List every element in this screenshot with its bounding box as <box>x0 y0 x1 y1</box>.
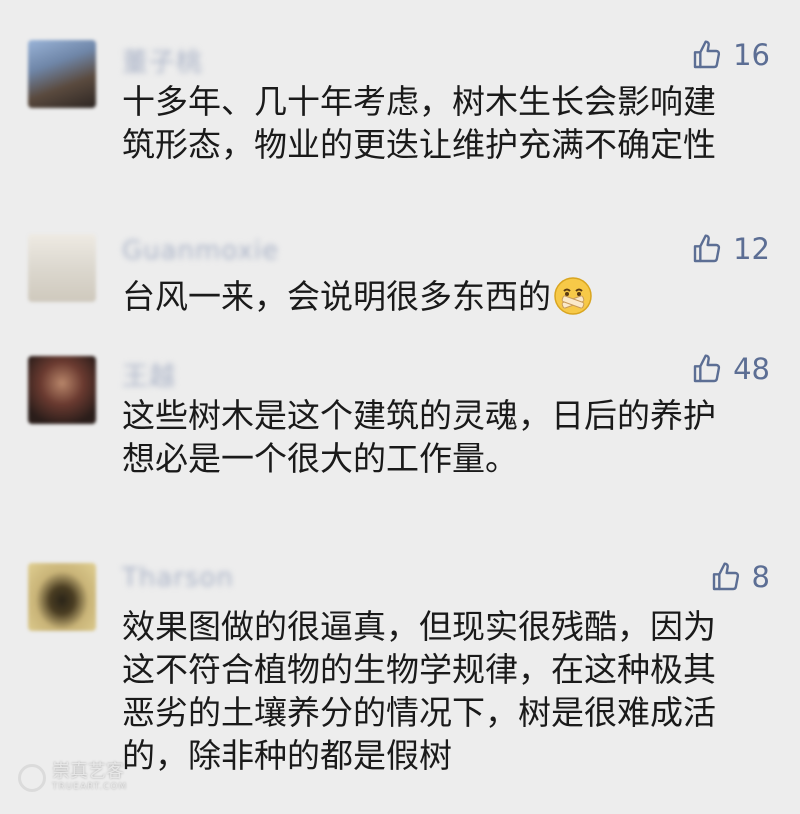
watermark: 崇真艺客 TRUEART.COM <box>18 763 127 792</box>
watermark-logo-icon <box>18 763 46 792</box>
watermark-cn: 崇真艺客 <box>52 761 124 782</box>
commenter-name[interactable]: Guanmoxie <box>122 236 279 266</box>
commenter-name[interactable]: Tharson <box>122 563 234 593</box>
like-count: 16 <box>733 38 770 72</box>
avatar[interactable] <box>28 40 96 108</box>
comment-line: 想必是一个很大的工作量。 <box>122 439 518 478</box>
like-button[interactable]: 8 <box>710 560 770 594</box>
comment-line: 台风一来，会说明很多东西的 <box>122 277 551 316</box>
like-count: 12 <box>733 232 770 266</box>
thumbs-up-icon <box>712 562 739 591</box>
thumbs-up-icon <box>693 354 721 383</box>
comment-line: 十多年、几十年考虑，树木生长会影响建 <box>122 82 716 121</box>
avatar[interactable] <box>28 234 96 302</box>
comment-line: 这些树木是这个建筑的灵魂，日后的养护 <box>122 396 716 435</box>
like-button[interactable]: 48 <box>691 352 770 386</box>
like-button[interactable]: 12 <box>691 232 770 266</box>
silenced-face-emoji <box>554 277 592 315</box>
like-count: 8 <box>751 560 770 594</box>
comment-line: 恶劣的土壤养分的情况下，树是很难成活 <box>122 693 716 732</box>
comment-line: 的，除非种的都是假树 <box>122 736 452 775</box>
thumbs-up-icon <box>693 40 721 69</box>
comment-line: 这不符合植物的生物学规律，在这种极其 <box>122 650 716 689</box>
comment-text: 台风一来，会说明很多东西的 <box>122 275 762 318</box>
avatar[interactable] <box>28 563 96 631</box>
comment-text: 这些树木是这个建筑的灵魂，日后的养护 想必是一个很大的工作量。 <box>122 394 762 480</box>
like-button[interactable]: 16 <box>691 38 770 72</box>
like-count: 48 <box>733 352 770 386</box>
thumbs-up-icon <box>693 234 721 263</box>
watermark-en: TRUEART.COM <box>52 782 128 792</box>
comment-text: 效果图做的很逼真，但现实很残酷，因为 这不符合植物的生物学规律，在这种极其 恶劣… <box>122 605 762 777</box>
comment-line: 效果图做的很逼真，但现实很残酷，因为 <box>122 607 716 646</box>
comment-line: 筑形态，物业的更迭让维护充满不确定性 <box>122 125 716 164</box>
avatar[interactable] <box>28 356 96 424</box>
watermark-text: 崇真艺客 TRUEART.COM <box>52 763 127 792</box>
commenter-name[interactable]: 董子桃 <box>122 42 203 79</box>
commenter-name[interactable]: 王越 <box>122 356 176 393</box>
comment-text: 十多年、几十年考虑，树木生长会影响建 筑形态，物业的更迭让维护充满不确定性 <box>122 80 762 166</box>
